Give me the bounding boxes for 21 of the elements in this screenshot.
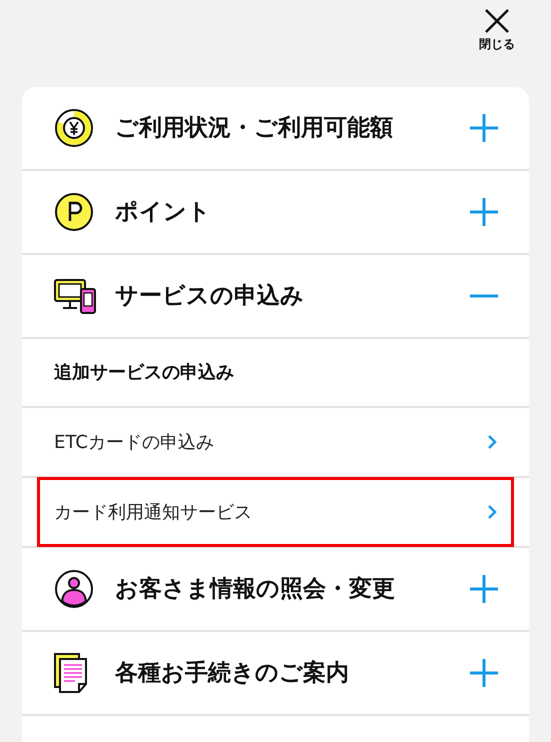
menu-link[interactable]: カード利用通知サービス	[37, 477, 514, 547]
expand-icon[interactable]	[469, 197, 499, 227]
subsection-heading: 追加サービスの申込み	[54, 361, 234, 385]
menu-link[interactable]: ETCカードの申込み	[37, 407, 514, 477]
section-title: 各種お手続きのご案内	[115, 658, 350, 688]
close-icon	[484, 8, 510, 34]
section-title: サービスの申込み	[115, 282, 305, 311]
expand-icon[interactable]	[469, 574, 499, 604]
expand-icon[interactable]	[469, 658, 499, 688]
person-icon	[53, 568, 95, 610]
chevron-icon	[487, 434, 497, 450]
devices-icon	[53, 277, 99, 315]
point-coin-icon	[53, 191, 95, 233]
coin-icon	[53, 107, 95, 149]
close-button[interactable]: 閉じる	[479, 8, 515, 58]
section-title: ポイント	[115, 198, 212, 227]
section-title: ご利用状況・ご利用可能額	[115, 114, 394, 143]
document-icon	[53, 652, 89, 694]
expand-icon[interactable]	[469, 113, 499, 143]
chevron-icon	[487, 504, 497, 520]
section-title: お客さま情報の照会・変更	[115, 574, 396, 604]
